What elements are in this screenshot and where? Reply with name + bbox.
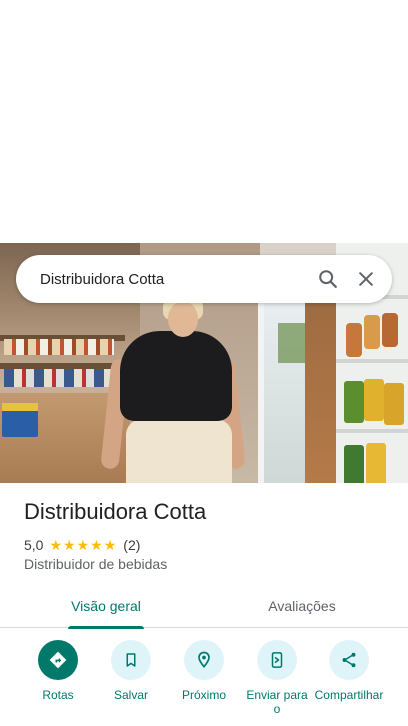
- tab-bar: Visão geral Avaliações: [0, 584, 408, 629]
- search-icon[interactable]: [316, 267, 340, 291]
- star-rating: ★ ★ ★ ★ ★: [49, 538, 117, 552]
- place-category: Distribuidor de bebidas: [24, 556, 168, 572]
- directions-button[interactable]: Rotas: [18, 640, 98, 702]
- tab-reviews-label: Avaliações: [268, 598, 336, 614]
- rating-row[interactable]: 5,0 ★ ★ ★ ★ ★ (2): [24, 537, 140, 553]
- search-bar[interactable]: Distribuidora Cotta: [16, 255, 392, 303]
- bookmark-icon: [111, 640, 151, 680]
- close-icon[interactable]: [354, 267, 378, 291]
- nearby-icon: [184, 640, 224, 680]
- send-to-phone-button[interactable]: Enviar para o: [237, 640, 317, 716]
- place-screen: Distribuidora Cotta Distribuidora Cotta …: [0, 0, 408, 726]
- tab-selected-indicator: [68, 626, 144, 629]
- save-button[interactable]: Salvar: [91, 640, 171, 702]
- star-icon: ★: [49, 537, 63, 553]
- tab-overview-label: Visão geral: [71, 598, 141, 614]
- star-icon: ★: [76, 537, 90, 553]
- star-icon: ★: [63, 537, 76, 553]
- nearby-label: Próximo: [181, 688, 226, 702]
- share-label: Compartilhar: [314, 688, 384, 702]
- directions-icon: [38, 640, 78, 680]
- send-to-phone-icon: [257, 640, 297, 680]
- star-icon: ★: [90, 537, 103, 553]
- nearby-button[interactable]: Próximo: [164, 640, 244, 702]
- tab-overview[interactable]: Visão geral: [40, 584, 172, 629]
- review-count[interactable]: (2): [123, 537, 140, 553]
- star-icon: ★: [103, 537, 117, 553]
- send-to-phone-label: Enviar para o: [246, 688, 308, 716]
- tab-reviews[interactable]: Avaliações: [236, 584, 368, 628]
- search-query-text[interactable]: Distribuidora Cotta: [40, 271, 302, 288]
- share-button[interactable]: Compartilhar: [309, 640, 389, 702]
- directions-label: Rotas: [42, 688, 74, 702]
- rating-value: 5,0: [24, 537, 44, 553]
- action-bar: Rotas Salvar Próximo Enviar para o Compa…: [0, 640, 408, 726]
- save-label: Salvar: [113, 688, 148, 702]
- share-icon: [329, 640, 369, 680]
- place-title: Distribuidora Cotta: [24, 499, 207, 524]
